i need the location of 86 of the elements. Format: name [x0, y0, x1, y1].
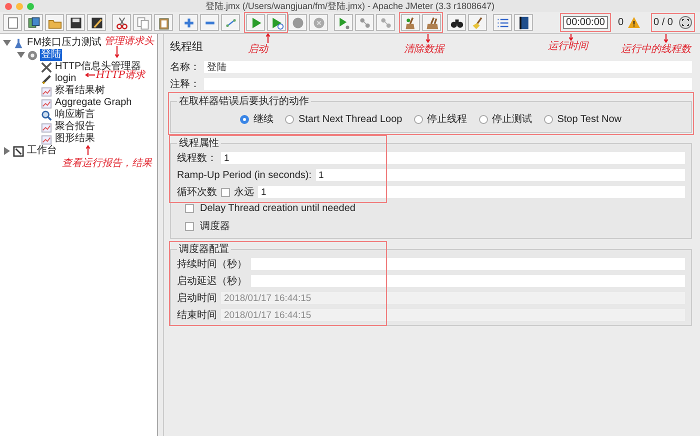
- tree-item[interactable]: FM接口压力测试: [26, 37, 102, 49]
- ramp-up-label: Ramp-Up Period (in seconds):: [177, 170, 312, 180]
- threads-label: 线程数：: [177, 152, 217, 165]
- chart-icon: [41, 98, 52, 108]
- radio-option[interactable]: 停止测试: [479, 112, 532, 126]
- annotation-text: 启动: [248, 42, 268, 56]
- active-threads: 0 / 0: [654, 17, 673, 28]
- radio-option[interactable]: Stop Test Now: [544, 112, 622, 126]
- scheduler-field-label: 启动时间: [177, 292, 217, 305]
- plus-icon: [182, 16, 196, 30]
- window-title: 登陆.jmx (/Users/wangjuan/fm/登陆.jmx) - Apache JMeter (3.3 r1808647): [204, 0, 496, 12]
- annotation-arrow: [86, 144, 90, 156]
- error-count: 0: [618, 17, 624, 28]
- chart-icon: [41, 122, 52, 132]
- radio-option[interactable]: Start Next Thread Loop: [285, 112, 402, 126]
- forever-label: 永远: [234, 186, 254, 199]
- name-field[interactable]: 登陆: [204, 61, 692, 73]
- scheduler-field[interactable]: [251, 258, 685, 270]
- delay-label: Delay Thread creation until needed: [200, 202, 356, 214]
- annotation-arrow: [664, 33, 668, 44]
- annotation-text: 管理请求头: [104, 34, 154, 48]
- toolbar-button[interactable]: [514, 14, 533, 31]
- annotation-arrow: [84, 72, 96, 78]
- annotation-arrow: [568, 33, 574, 42]
- collapsed-triangle-icon[interactable]: [3, 147, 11, 155]
- threads-field[interactable]: 1: [221, 152, 685, 164]
- scheduler-checkbox[interactable]: [185, 222, 194, 230]
- group-legend: 调度器配置: [177, 242, 231, 256]
- scissors-icon: [114, 16, 128, 30]
- expand-icon[interactable]: [679, 16, 692, 29]
- annotation-arrow: [114, 45, 120, 58]
- close-button[interactable]: [5, 2, 12, 10]
- radio-option[interactable]: 停止线程: [414, 112, 468, 126]
- document-icon: [6, 16, 20, 30]
- expanded-triangle-icon[interactable]: [3, 39, 11, 47]
- name-label: 名称：: [170, 61, 200, 74]
- chart-icon: [41, 86, 52, 96]
- help-book-icon: [516, 16, 530, 30]
- clipboard-icon: [156, 16, 170, 30]
- radio-option[interactable]: 继续: [240, 112, 274, 126]
- panel-title: 线程组: [170, 40, 203, 54]
- broom-icon: [404, 16, 418, 30]
- elapsed-time: 00:00:00: [563, 16, 608, 29]
- tree-item[interactable]: 工作台: [26, 145, 58, 157]
- scheduler-field-label: 持续时间（秒）: [177, 258, 247, 271]
- flask-icon: [13, 38, 24, 48]
- toolbar-button[interactable]: [24, 14, 43, 31]
- toolbar-button[interactable]: [447, 14, 466, 31]
- tree-item[interactable]: 图形结果: [54, 133, 96, 145]
- toolbar-button[interactable]: [87, 14, 106, 31]
- tree-item[interactable]: 察看结果树: [54, 85, 106, 97]
- comment-label: 注释：: [170, 78, 200, 91]
- annotation-text: 运行中的线程数: [621, 42, 691, 56]
- annotation-text: HTTP请求: [96, 70, 145, 82]
- stop-x-icon: [312, 16, 326, 30]
- warning-icon[interactable]: [628, 17, 640, 28]
- remote-play-icon: [336, 16, 350, 30]
- scheduler-field-label: 结束时间: [177, 308, 217, 322]
- tree-item[interactable]: 登陆: [40, 49, 62, 61]
- expanded-triangle-icon[interactable]: [17, 51, 25, 59]
- chart-icon: [41, 134, 52, 144]
- annotation-arrow: [266, 32, 270, 44]
- tree-item[interactable]: login: [54, 73, 78, 85]
- scheduler-field[interactable]: [251, 275, 685, 287]
- ramp-up-field[interactable]: 1: [316, 169, 685, 181]
- tree-item[interactable]: 响应断言: [54, 109, 96, 121]
- forever-checkbox[interactable]: [221, 188, 230, 196]
- magnifier-icon: [41, 110, 52, 120]
- toolbar-button[interactable]: [66, 14, 85, 31]
- scheduler-label: 调度器: [200, 220, 230, 233]
- group-legend: 线程属性: [177, 136, 221, 150]
- copy-icon: [136, 16, 150, 30]
- pen-icon: [41, 74, 52, 84]
- group-legend: 在取样器错误后要执行的动作: [177, 94, 311, 108]
- annotation-text: 运行时间: [548, 40, 588, 53]
- loop-count-field[interactable]: 1: [258, 186, 685, 198]
- delay-checkbox[interactable]: [185, 204, 194, 212]
- tree-item[interactable]: 聚合报告: [54, 121, 96, 133]
- annotation-arrow: [426, 33, 430, 44]
- tree-item[interactable]: Aggregate Graph: [54, 97, 133, 109]
- stop-circle-icon: [290, 16, 304, 30]
- annotation-text: 清除数据: [404, 42, 444, 56]
- sweep-icon: [470, 16, 484, 30]
- loop-count-label: 循环次数: [177, 186, 217, 199]
- annotation-text: 查看运行报告，结果: [62, 156, 152, 170]
- scheduler-field-label: 启动延迟（秒）: [177, 274, 247, 288]
